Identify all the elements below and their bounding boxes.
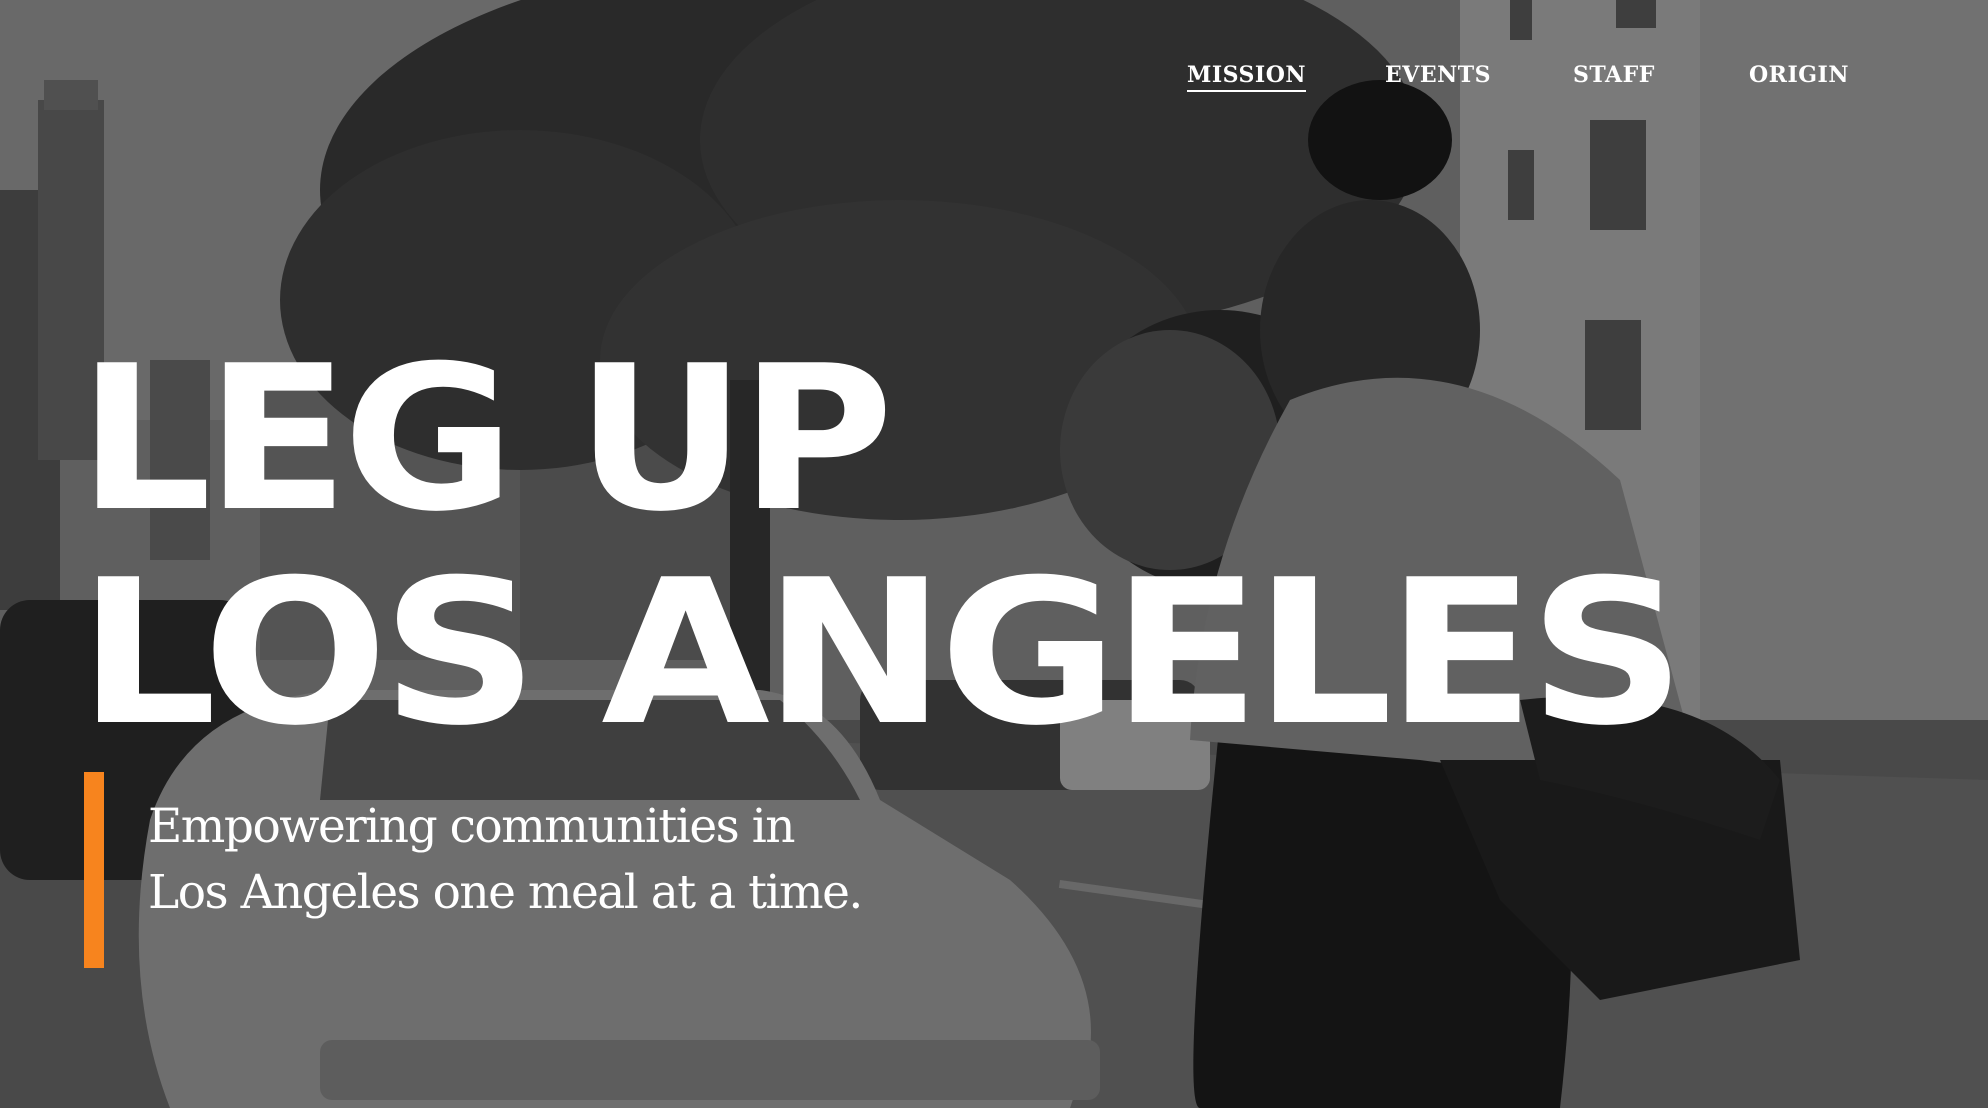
nav-link-mission[interactable]: MISSION — [1187, 62, 1306, 92]
hero-section: MISSION EVENTS STAFF ORIGIN LEG UP LOS A… — [0, 0, 1988, 1108]
accent-bar — [84, 772, 104, 968]
title-line-2: LOS ANGELES — [78, 537, 1686, 770]
tagline: Empowering communities in Los Angeles on… — [148, 794, 948, 926]
title-line-1: LEG UP — [78, 323, 894, 556]
main-nav: MISSION EVENTS STAFF ORIGIN — [1187, 62, 1849, 96]
tagline-line-2: Los Angeles one meal at a time. — [148, 865, 863, 920]
tagline-line-1: Empowering communities in — [148, 799, 796, 854]
nav-link-events[interactable]: EVENTS — [1385, 62, 1491, 88]
nav-link-staff[interactable]: STAFF — [1573, 62, 1655, 88]
tagline-block: Empowering communities in Los Angeles on… — [84, 772, 964, 968]
nav-link-origin[interactable]: ORIGIN — [1749, 62, 1849, 88]
page-title: LEG UP LOS ANGELES — [78, 340, 1686, 754]
